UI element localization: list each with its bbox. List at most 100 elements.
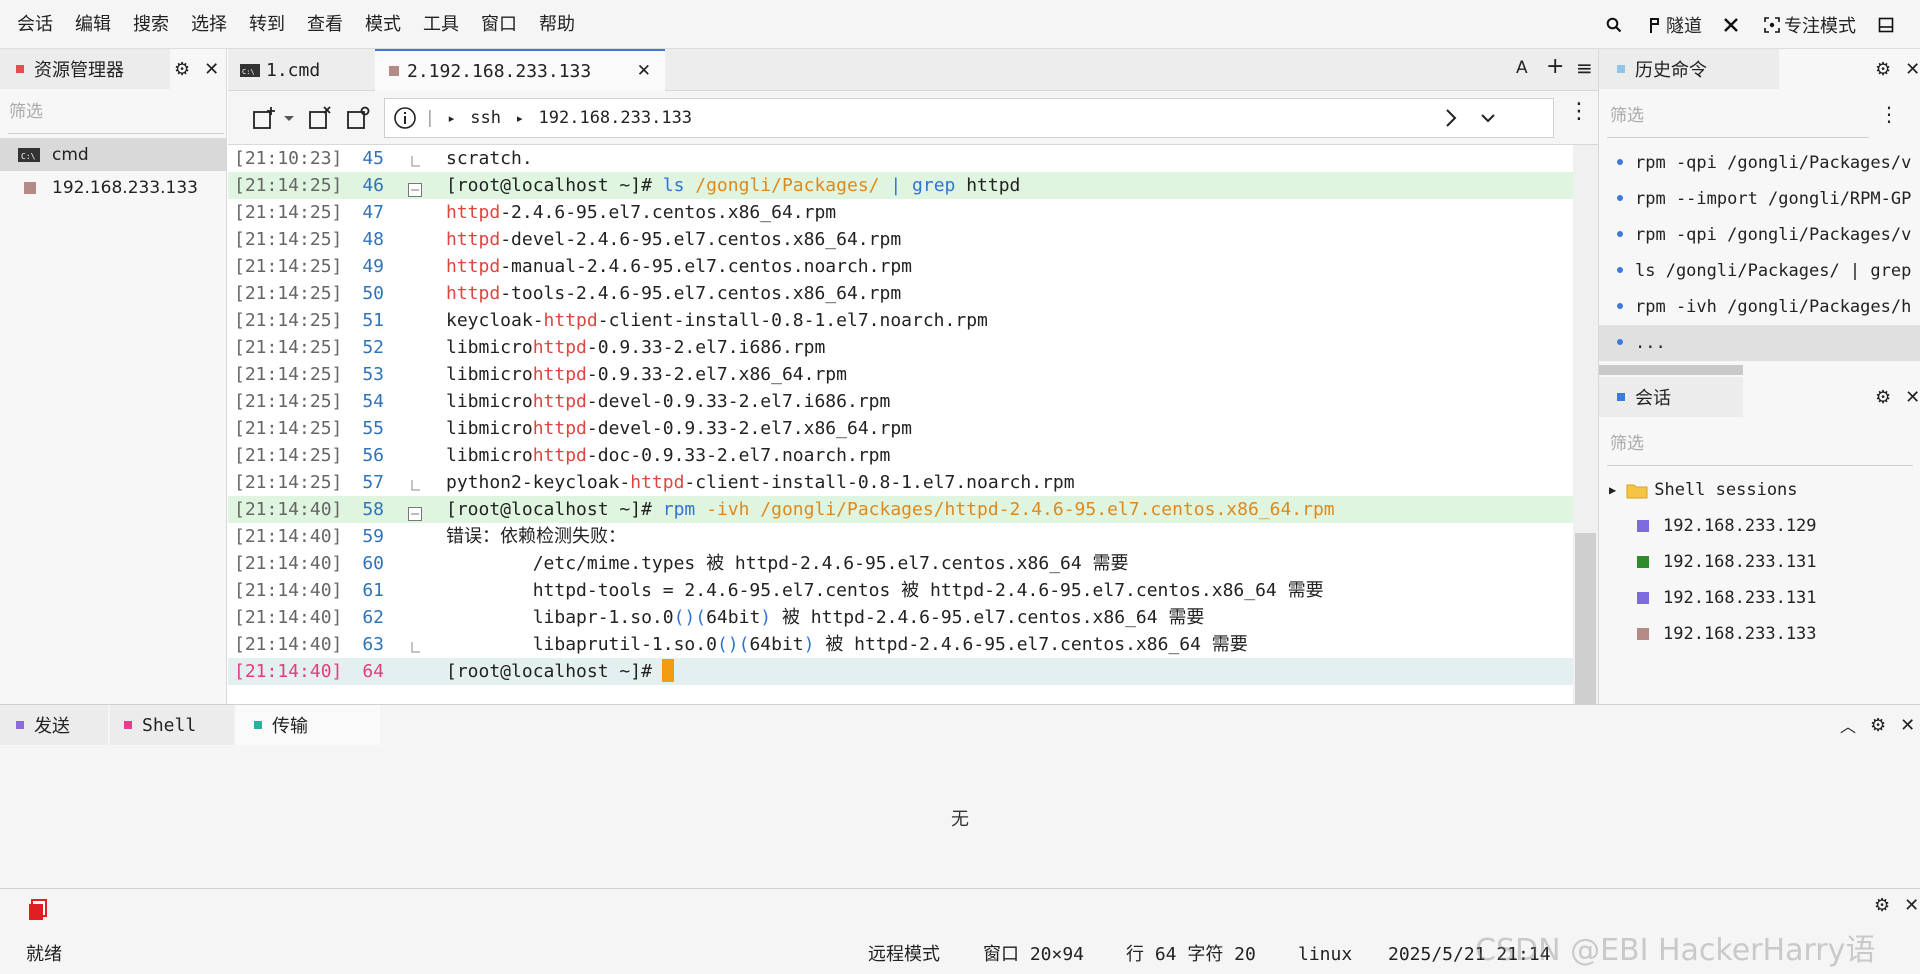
more-icon[interactable]: ⋮	[1568, 101, 1590, 123]
menu-view[interactable]: 查看	[296, 0, 354, 49]
menu-window[interactable]: 窗口	[470, 0, 528, 49]
tab-menu-button[interactable]: ≡	[1576, 56, 1593, 80]
bottom-tab-transfer[interactable]: 传输	[236, 705, 380, 745]
output-text: -client-install-0.8-1.el7.noarch.rpm	[684, 472, 1075, 493]
focus-mode-button[interactable]: 专注模式	[1764, 12, 1856, 38]
output-text: httpd-tools = 2.4.6-95.el7.centos 被 http…	[446, 580, 1324, 601]
shell-prompt: [root@localhost ~]#	[446, 661, 652, 682]
close-icon[interactable]: ✕	[1900, 715, 1915, 736]
menu-session[interactable]: 会话	[0, 0, 64, 49]
output-text: -devel-0.9.33-2.el7.x86_64.rpm	[586, 418, 912, 439]
output-text: -2.4.6-95.el7.centos.x86_64.rpm	[500, 202, 837, 223]
gear-icon[interactable]: ⚙	[1874, 895, 1890, 916]
gear-icon[interactable]: ⚙	[1875, 387, 1891, 408]
history-item[interactable]: rpm --import /gongli/RPM-GP	[1599, 181, 1920, 217]
chevron-down-icon[interactable]	[283, 115, 295, 123]
terminal-output[interactable]: [21:10:23] 45 scratch. [21:14:25] 46 [root@lo…	[228, 145, 1573, 704]
reconnect-icon[interactable]	[346, 106, 370, 130]
terminal-line: [21:14:40] 58 [root@localhost ~]# rpm -ivh…	[228, 496, 1573, 523]
tab-cmd[interactable]: C:\ 1.cmd	[228, 49, 373, 91]
bottom-tab-shell[interactable]: Shell	[110, 705, 234, 745]
chevron-down-icon[interactable]	[1480, 113, 1496, 123]
line-text: httpd-devel-2.4.6-95.el7.centos.x86_64.r…	[446, 226, 901, 253]
history-item[interactable]: rpm -ivh /gongli/Packages/h	[1599, 289, 1920, 325]
history-filter-input[interactable]: 筛选	[1599, 95, 1859, 137]
tab-remote-host[interactable]: 2.192.168.233.133 ✕	[375, 49, 665, 91]
explorer-item-cmd[interactable]: C:\ cmd	[0, 138, 226, 171]
grep-match: httpd	[543, 310, 598, 331]
menu-tools[interactable]: 工具	[412, 0, 470, 49]
bottom-tab-send[interactable]: 发送	[0, 705, 108, 745]
history-item[interactable]: rpm -qpi /gongli/Packages/v	[1599, 217, 1920, 253]
close-icon[interactable]: ✕	[1904, 895, 1919, 916]
gear-icon[interactable]: ⚙	[1875, 59, 1891, 80]
tab-label: 2.192.168.233.133	[407, 60, 592, 82]
menu-mode[interactable]: 模式	[354, 0, 412, 49]
more-icon[interactable]: ⋮	[1879, 104, 1899, 124]
explorer-filter-input[interactable]: 筛选	[0, 91, 226, 133]
terminal-cursor	[661, 659, 674, 682]
close-icon[interactable]: ✕	[1905, 59, 1920, 80]
session-item[interactable]: 192.168.233.133	[1599, 616, 1920, 652]
terminal-scrollbar-thumb[interactable]	[1575, 533, 1596, 704]
history-item[interactable]: ...	[1599, 325, 1920, 361]
address-protocol[interactable]: ssh	[470, 108, 501, 128]
session-item[interactable]: 192.168.233.131	[1599, 544, 1920, 580]
explorer-header-icons: ⚙ ✕	[160, 49, 219, 89]
search-button[interactable]	[1606, 17, 1626, 33]
menu-search[interactable]: 搜索	[122, 0, 180, 49]
close-icon[interactable]: ✕	[1905, 387, 1920, 408]
menu-edit[interactable]: 编辑	[64, 0, 122, 49]
new-session-icon[interactable]	[252, 106, 276, 130]
close-session-icon[interactable]	[308, 106, 332, 130]
x-button[interactable]	[1724, 17, 1742, 32]
menu-help[interactable]: 帮助	[528, 0, 586, 49]
font-button[interactable]: A	[1516, 58, 1528, 78]
sessions-folder[interactable]: ▶ Shell sessions	[1599, 472, 1920, 508]
explorer-tab[interactable]: 资源管理器	[0, 49, 170, 89]
close-icon[interactable]: ✕	[204, 59, 219, 80]
session-item[interactable]: 192.168.233.129	[1599, 508, 1920, 544]
layout-button[interactable]	[1878, 17, 1898, 33]
status-ready: 就绪	[26, 944, 62, 965]
terminal-line: [21:14:25] 49 httpd-manual-2.4.6-95.el7.ce…	[228, 253, 1573, 280]
new-tab-button[interactable]: +	[1546, 54, 1564, 79]
chevron-up-icon[interactable]: ︿	[1840, 713, 1856, 737]
info-icon[interactable]	[393, 106, 417, 130]
output-text: libmicro	[446, 391, 533, 412]
line-text: python2-keycloak-httpd-client-install-0.…	[446, 469, 1075, 496]
tunnel-button[interactable]: 隧道	[1648, 12, 1702, 38]
history-color-marker	[1617, 65, 1625, 73]
session-item[interactable]: 192.168.233.131	[1599, 580, 1920, 616]
explorer-item-host[interactable]: 192.168.233.133	[0, 171, 226, 204]
error-log-icon[interactable]	[28, 899, 48, 921]
output-text: libmicro	[446, 445, 533, 466]
fold-toggle-icon[interactable]	[408, 502, 422, 521]
gear-icon[interactable]: ⚙	[1870, 715, 1886, 736]
menu-goto[interactable]: 转到	[238, 0, 296, 49]
menu-select[interactable]: 选择	[180, 0, 238, 49]
terminal-line: [21:14:25] 56 libmicrohttpd-doc-0.9.33-2.e…	[228, 442, 1573, 469]
history-item[interactable]: ls /gongli/Packages/ | grep	[1599, 253, 1920, 289]
shell-prompt: [root@localhost ~]#	[446, 499, 652, 520]
history-command: ...	[1635, 333, 1666, 353]
menu-bar: 会话 编辑 搜索 选择 转到 查看 模式 工具 窗口 帮助 隧道 专注模式	[0, 0, 1920, 49]
terminal-toolbar: | ▸ ssh ▸ 192.168.233.133 ⋮	[228, 91, 1598, 145]
history-tab[interactable]: 历史命令	[1599, 49, 1779, 89]
sessions-filter-input[interactable]: 筛选	[1599, 423, 1899, 465]
sessions-tab[interactable]: 会话	[1599, 377, 1743, 417]
history-scrollbar-thumb[interactable]	[1599, 365, 1743, 375]
fold-toggle-icon[interactable]	[408, 178, 422, 197]
history-item[interactable]: rpm -qpi /gongli/Packages/v	[1599, 145, 1920, 181]
line-timestamp: [21:14:25]	[234, 229, 343, 250]
close-icon[interactable]: ✕	[637, 61, 651, 81]
gear-icon[interactable]: ⚙	[174, 59, 190, 80]
line-number: 45	[362, 148, 384, 169]
address-host[interactable]: 192.168.233.133	[539, 108, 693, 128]
chevron-right-icon[interactable]	[1445, 108, 1457, 128]
status-mode[interactable]: 远程模式	[868, 939, 940, 971]
tunnel-icon	[1650, 17, 1659, 33]
line-number: 47	[362, 202, 384, 223]
address-bar[interactable]: | ▸ ssh ▸ 192.168.233.133	[384, 98, 1554, 138]
search-icon	[1606, 17, 1622, 32]
